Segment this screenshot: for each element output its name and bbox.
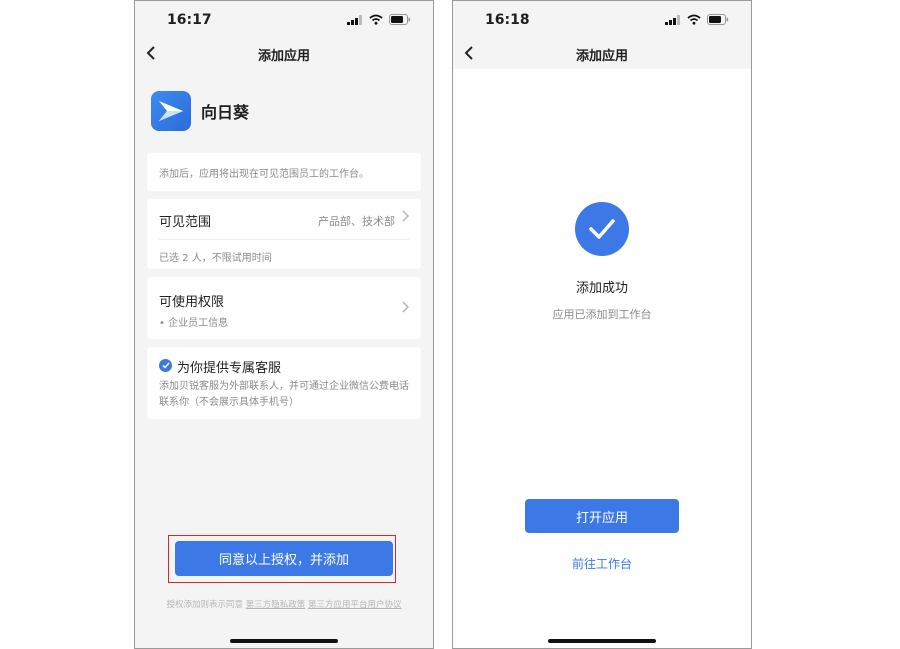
page-title: 添加应用	[575, 49, 628, 64]
agreement-text: 授权添加则表示同意 第三方隐私政策 第三方应用平台用户协议	[135, 598, 433, 610]
sunflower-logo-icon	[151, 91, 191, 131]
status-icons	[347, 14, 411, 25]
agreement-prefix: 授权添加则表示同意	[166, 600, 246, 610]
user-agreement-link[interactable]: 第三方应用平台用户协议	[308, 600, 402, 610]
status-time: 16:17	[167, 12, 212, 28]
status-icons	[665, 14, 729, 25]
divider	[159, 239, 409, 240]
home-indicator[interactable]	[548, 639, 656, 643]
phone-screen-add-app: 16:17 添加应用 向日葵 添加后，应用将出现在可见范围员工的工作台。 可见范…	[134, 0, 434, 649]
exclusive-service-card: 为你提供专属客服 添加贝锐客服为外部联系人，并可通过企业微信公费电话联系你（不会…	[147, 347, 421, 419]
nav-bar: 添加应用	[453, 39, 751, 69]
battery-icon	[389, 14, 411, 25]
app-header: 向日葵	[151, 91, 249, 131]
open-app-button[interactable]: 打开应用	[525, 499, 679, 533]
success-title: 添加成功	[575, 281, 628, 296]
status-time: 16:18	[485, 12, 530, 28]
phone-screen-success: 16:18 添加应用 添加成功 应用已添加到工作台 打开应用 前往工作台	[452, 0, 752, 649]
success-subtitle: 应用已添加到工作台	[552, 308, 652, 321]
scope-value: 产品部、技术部	[318, 215, 395, 228]
permissions-label: 可使用权限	[159, 295, 225, 310]
battery-icon	[707, 14, 729, 25]
service-title: 为你提供专属客服	[177, 361, 282, 376]
signal-icon	[347, 14, 362, 25]
page-title: 添加应用	[257, 49, 310, 64]
check-circle-icon[interactable]	[159, 359, 172, 372]
scope-sub: 已选 2 人，不限试用时间	[159, 253, 272, 264]
permissions-row[interactable]: 可使用权限 • 企业员工信息	[147, 277, 421, 339]
wifi-icon	[369, 14, 383, 25]
go-to-workbench-link[interactable]: 前往工作台	[453, 555, 751, 572]
nav-bar: 添加应用	[135, 39, 433, 69]
wifi-icon	[687, 14, 701, 25]
service-desc: 添加贝锐客服为外部联系人，并可通过企业微信公费电话联系你（不会展示具体手机号）	[159, 381, 409, 408]
success-check-icon	[575, 202, 629, 256]
status-bar: 16:18	[453, 1, 751, 41]
chevron-right-icon	[402, 210, 409, 226]
visible-scope-row[interactable]: 可见范围 产品部、技术部 已选 2 人，不限试用时间	[147, 199, 421, 269]
status-bar: 16:17	[135, 1, 433, 41]
chevron-right-icon	[402, 301, 409, 317]
scope-label: 可见范围	[159, 215, 212, 230]
notice-text: 添加后，应用将出现在可见范围员工的工作台。	[159, 169, 369, 180]
agree-and-add-button[interactable]: 同意以上授权，并添加	[175, 541, 393, 576]
permission-item: • 企业员工信息	[159, 318, 229, 329]
notice-card: 添加后，应用将出现在可见范围员工的工作台。	[147, 153, 421, 191]
privacy-policy-link[interactable]: 第三方隐私政策	[246, 600, 306, 610]
signal-icon	[665, 14, 680, 25]
app-name: 向日葵	[201, 103, 250, 122]
home-indicator[interactable]	[230, 639, 338, 643]
